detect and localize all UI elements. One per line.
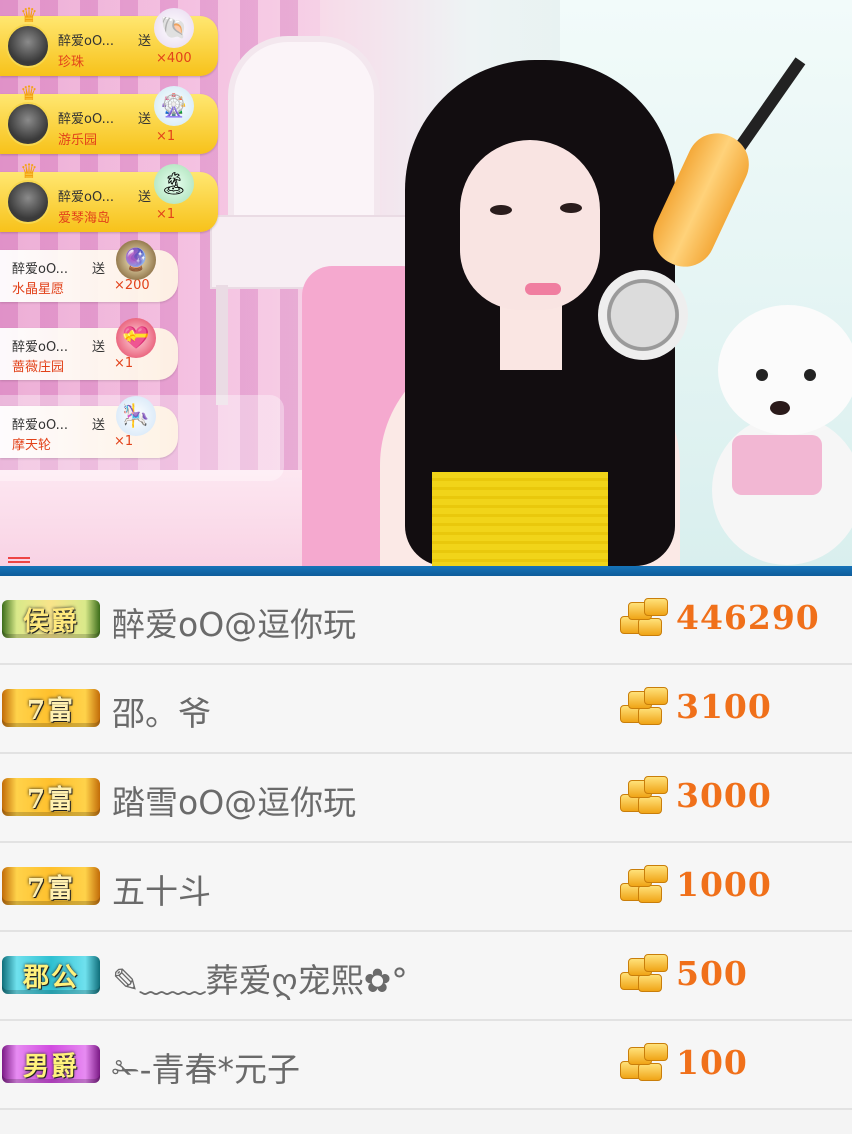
gift-action: 送: [138, 190, 152, 205]
gift-sender: 醉爱oO...: [58, 190, 115, 205]
rank-badge: 男爵: [2, 1045, 100, 1083]
coin-amount: 100: [676, 1043, 748, 1082]
gift-count: ×1: [156, 207, 176, 222]
avatar[interactable]: [6, 24, 50, 68]
coin-amount: 1000: [676, 865, 772, 904]
rank-badge: 侯爵: [2, 600, 100, 638]
username[interactable]: 踏雪oO@逗你玩: [112, 776, 356, 824]
coin-amount: 3000: [676, 776, 772, 815]
username[interactable]: 邵。爷: [112, 687, 211, 735]
gift-item-name: 蔷薇庄园: [12, 360, 65, 375]
gold-coin-icon: [618, 952, 668, 996]
ferris-wheel-icon: 🎠: [116, 396, 156, 436]
streamer-neck: [500, 300, 562, 370]
pearl-shell-icon: 🐚: [154, 8, 194, 48]
gift-count: ×1: [156, 129, 176, 144]
island-icon: 🏝: [154, 164, 194, 204]
list-item[interactable]: 郡公 ✎﹏﹏葬爱ღ宠熙✿° 500: [0, 932, 852, 1021]
gift-count: ×1: [114, 434, 134, 449]
gold-coin-icon: [618, 1041, 668, 1085]
gold-coin-icon: [618, 863, 668, 907]
gift-notice: 醉爱oO... 送 水晶星愿 ×200 🔮: [0, 240, 178, 302]
avatar[interactable]: [6, 180, 50, 224]
list-item[interactable]: 男爵 ✁-青春*元子 100: [0, 1021, 852, 1110]
gift-notice: 醉爱oO... 送 摩天轮 ×1 🎠: [0, 396, 178, 458]
live-video-stream[interactable]: ♛ 醉爱oO... 送 珍珠 ×400 🐚 ♛ 醉爱oO... 送 游乐园 ×1…: [0, 0, 852, 566]
gift-count: ×200: [114, 278, 150, 293]
teddy-bear: [712, 305, 852, 565]
amusement-park-icon: 🎡: [154, 86, 194, 126]
yellow-top: [432, 472, 608, 566]
gift-sender: 醉爱oO...: [12, 418, 69, 433]
username[interactable]: ✁-青春*元子: [112, 1043, 300, 1091]
crown-icon: ♛: [20, 159, 38, 183]
gift-banner: ♛ 醉爱oO... 送 珍珠 ×400 🐚: [0, 5, 218, 76]
gift-notice: 醉爱oO... 送 蔷薇庄园 ×1 💝: [0, 318, 178, 380]
list-item[interactable]: 7富 五十斗 1000: [0, 843, 852, 932]
streamer-eye-left: [490, 205, 512, 215]
gift-count: ×1: [114, 356, 134, 371]
gift-sender: 醉爱oO...: [12, 340, 69, 355]
gift-action: 送: [92, 340, 106, 355]
gift-item-name: 摩天轮: [12, 438, 52, 453]
gift-sender: 醉爱oO...: [12, 262, 69, 277]
gift-sender: 醉爱oO...: [58, 112, 115, 127]
gold-coin-icon: [618, 685, 668, 729]
streamer-lips: [525, 283, 561, 295]
gift-count: ×400: [156, 51, 192, 66]
gold-coin-icon: [618, 596, 668, 640]
rank-badge: 7富: [2, 867, 100, 905]
avatar[interactable]: [6, 102, 50, 146]
gold-coin-icon: [618, 774, 668, 818]
gift-action: 送: [92, 418, 106, 433]
gift-sender: 醉爱oO...: [58, 34, 115, 49]
crown-icon: ♛: [20, 81, 38, 105]
gift-banner: ♛ 醉爱oO... 送 游乐园 ×1 🎡: [0, 83, 218, 154]
streamer-eye-right: [560, 203, 582, 213]
crown-icon: ♛: [20, 3, 38, 27]
rank-badge: 7富: [2, 778, 100, 816]
coin-amount: 446290: [676, 598, 820, 637]
gift-action: 送: [138, 34, 152, 49]
gift-item-name: 水晶星愿: [12, 282, 65, 297]
coin-amount: 3100: [676, 687, 772, 726]
gift-item-name: 游乐园: [58, 133, 98, 148]
bed: [0, 470, 330, 566]
gift-item-name: 爱琴海岛: [58, 211, 111, 226]
gift-action: 送: [138, 112, 152, 127]
crystal-ball-icon: 🔮: [116, 240, 156, 280]
rank-badge: 郡公: [2, 956, 100, 994]
menu-icon[interactable]: [8, 557, 30, 563]
divider-bar: [0, 566, 852, 576]
username[interactable]: 醉爱oO@逗你玩: [112, 598, 356, 646]
coin-amount: 500: [676, 954, 748, 993]
contribution-ranking-list: 侯爵 醉爱oO@逗你玩 446290 7富 邵。爷 3100 7富 踏雪oO@逗…: [0, 576, 852, 1110]
list-item[interactable]: 7富 邵。爷 3100: [0, 665, 852, 754]
list-item[interactable]: 侯爵 醉爱oO@逗你玩 446290: [0, 576, 852, 665]
vanity-leg-left: [216, 285, 228, 405]
gift-action: 送: [92, 262, 106, 277]
rose-heart-icon: 💝: [116, 318, 156, 358]
rank-badge: 7富: [2, 689, 100, 727]
username[interactable]: ✎﹏﹏葬爱ღ宠熙✿°: [112, 954, 408, 1002]
username[interactable]: 五十斗: [112, 865, 211, 913]
list-item[interactable]: 7富 踏雪oO@逗你玩 3000: [0, 754, 852, 843]
gift-banner: ♛ 醉爱oO... 送 爱琴海岛 ×1 🏝: [0, 161, 218, 232]
pop-filter: [598, 270, 688, 360]
gift-item-name: 珍珠: [58, 55, 85, 70]
